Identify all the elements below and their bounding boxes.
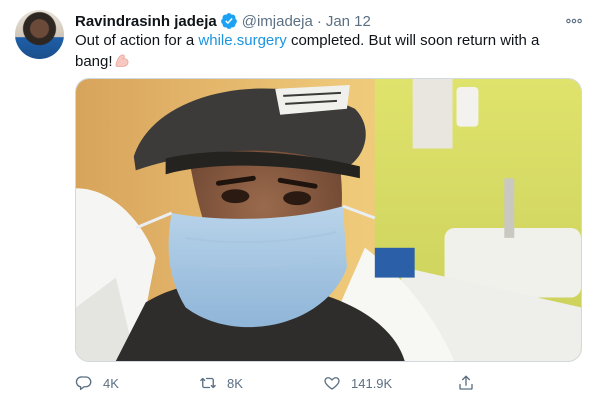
more-icon[interactable] — [564, 12, 584, 30]
tweet: Ravindrasinh jadeja @imjadeja · Jan 12 O… — [0, 0, 598, 400]
tweet-header: Ravindrasinh jadeja @imjadeja · Jan 12 — [75, 12, 584, 30]
tweet-link[interactable]: while.surgery — [198, 32, 286, 49]
like-icon — [324, 377, 340, 390]
share-icon — [459, 375, 473, 390]
author-handle[interactable]: @imjadeja — [242, 13, 313, 30]
retweet-button[interactable]: 8K — [199, 374, 323, 392]
verified-badge-icon — [220, 12, 238, 30]
retweet-icon — [200, 377, 216, 389]
selfie-photo-image — [76, 79, 581, 361]
separator-dot: · — [316, 12, 322, 30]
flexed-biceps-emoji-icon — [113, 51, 131, 69]
like-button[interactable]: 141.9K — [323, 374, 457, 392]
tweet-text: Out of action for a while.surgery comple… — [75, 31, 555, 72]
tweet-actions: 4K 8K 141.9K — [75, 372, 518, 394]
reply-button[interactable]: 4K — [75, 374, 199, 392]
share-button[interactable] — [457, 374, 485, 392]
reply-icon — [75, 376, 92, 391]
like-count: 141.9K — [351, 375, 393, 391]
avatar[interactable] — [15, 10, 64, 59]
retweet-count: 8K — [227, 375, 243, 391]
tweet-text-start: Out of action for a — [75, 32, 199, 49]
tweet-photo[interactable] — [75, 78, 582, 362]
reply-count: 4K — [103, 375, 119, 391]
tweet-date[interactable]: Jan 12 — [326, 13, 371, 30]
author-name[interactable]: Ravindrasinh jadeja — [75, 13, 217, 30]
